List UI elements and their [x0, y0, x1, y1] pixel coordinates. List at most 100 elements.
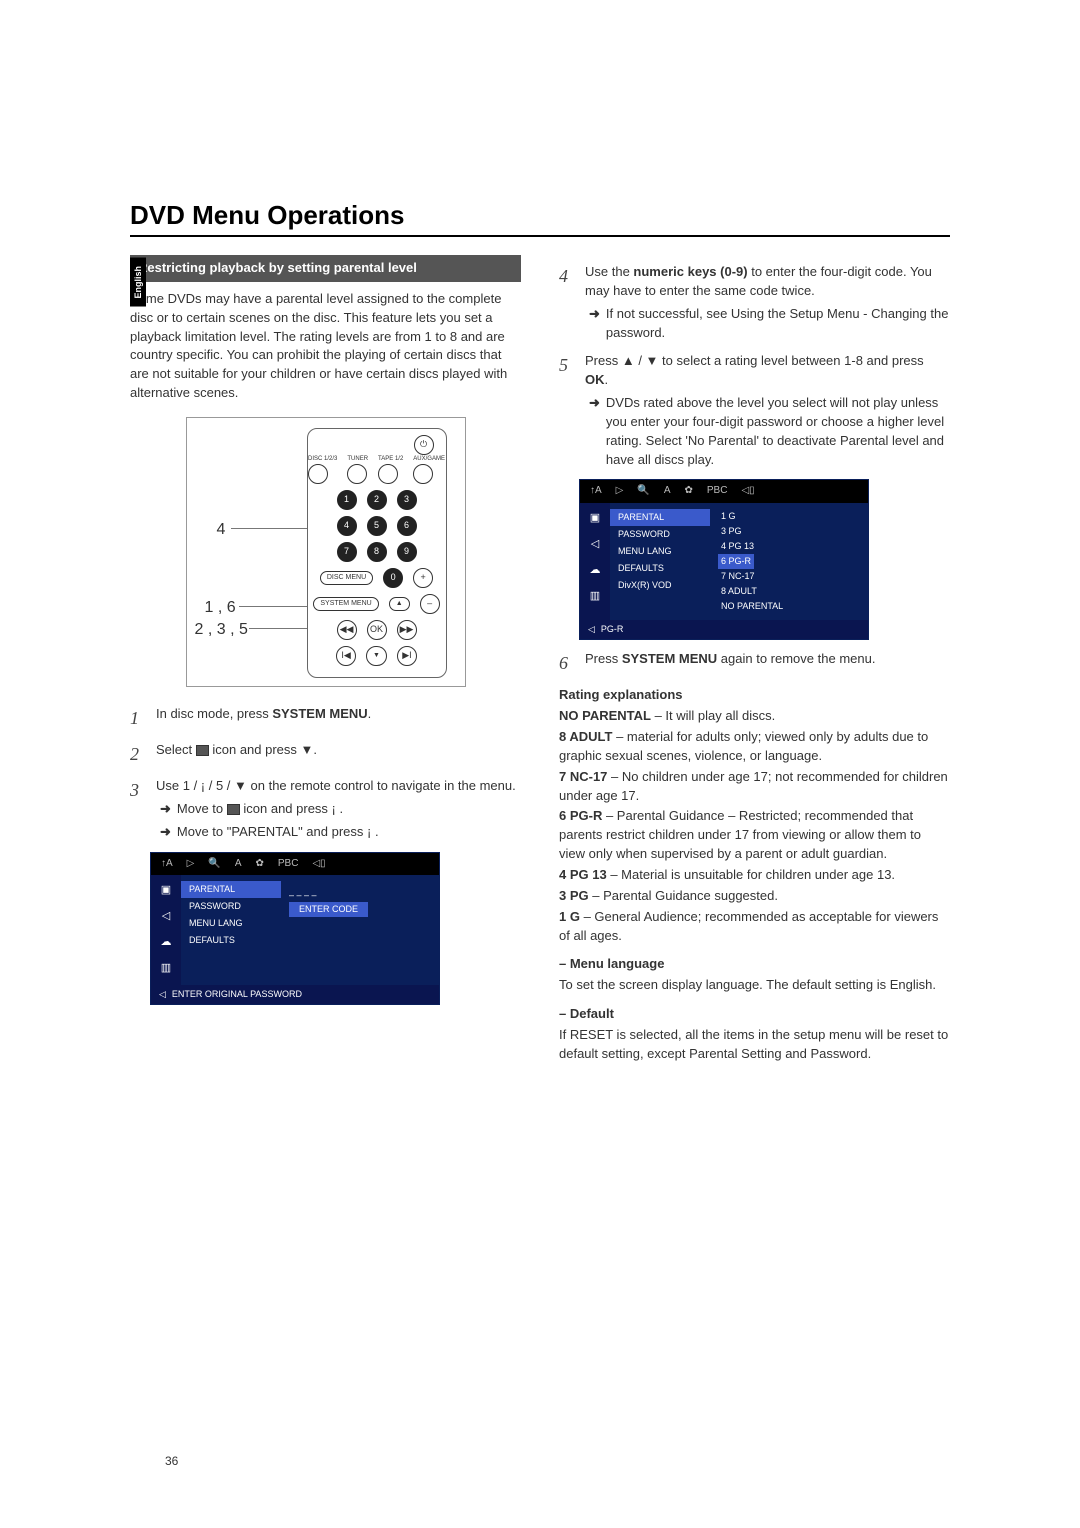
- step-text: .: [368, 706, 372, 721]
- osd-menu-item: PASSWORD: [610, 526, 710, 543]
- osd-rating-screen: ↑A ▷ 🔍 A ✿ PBC ◁▯ ▣ ◁ ☁ ▥ PARENTAL: [579, 479, 869, 640]
- step-text: Select: [156, 742, 196, 757]
- remote-diagram: 4 1 , 6 2 , 3 , 5 ⏻ DISC 1/2/3 TUNER TAP…: [186, 417, 466, 687]
- step-number: 1: [130, 705, 146, 731]
- num-3: 3: [397, 490, 417, 510]
- step-text: .: [605, 372, 609, 387]
- step-text: again to remove the menu.: [717, 651, 875, 666]
- osd-footer: ◁PG-R: [580, 620, 868, 639]
- osd-menu-item: DEFAULTS: [610, 560, 710, 577]
- menu-language-heading: – Menu language: [559, 955, 950, 974]
- system-menu-button: SYSTEM MENU: [313, 597, 378, 611]
- osd-menu-item: MENU LANG: [181, 915, 281, 932]
- osd-tab-icon: A: [664, 484, 671, 499]
- osd-tab-icon: ◁▯: [312, 857, 325, 872]
- callout-1-6: 1 , 6: [205, 596, 236, 619]
- substep-text: Move to "PARENTAL" and press ¡ .: [177, 823, 379, 842]
- next-button: ▶I: [397, 646, 417, 666]
- osd-tab-icon: A: [235, 857, 242, 872]
- num-6: 6: [397, 516, 417, 536]
- rating-desc: – Material is unsuitable for children un…: [607, 867, 895, 882]
- step-bold: OK: [585, 372, 605, 387]
- step-number: 5: [559, 352, 575, 469]
- rating-option-selected: 6 PG-R: [718, 554, 754, 569]
- step-text: Press: [585, 651, 622, 666]
- up-arrow-button: ▲: [389, 597, 410, 611]
- osd-tab-icon: ✿: [256, 857, 264, 872]
- osd-menu-item: PARENTAL: [610, 509, 710, 526]
- left-column: Restricting playback by setting parental…: [130, 255, 521, 1064]
- rating-explanations: NO PARENTAL – It will play all discs. 8 …: [559, 707, 950, 945]
- step-bold: SYSTEM MENU: [622, 651, 717, 666]
- ok-button: OK: [367, 620, 387, 640]
- osd-menu-item: PASSWORD: [181, 898, 281, 915]
- osd-menu-item: MENU LANG: [610, 543, 710, 560]
- arrow-icon: ➜: [589, 394, 600, 469]
- arrow-icon: ➜: [160, 823, 171, 842]
- rating-key: 8 ADULT: [559, 729, 612, 744]
- aux-button: [413, 464, 433, 484]
- osd-tab-icon: ✿: [685, 484, 693, 499]
- rating-desc: – Parental Guidance suggested.: [589, 888, 778, 903]
- power-icon: ⏻: [414, 435, 434, 455]
- osd-menu: PARENTAL PASSWORD MENU LANG DEFAULTS: [181, 875, 281, 985]
- step-6: 6 Press SYSTEM MENU again to remove the …: [559, 650, 950, 676]
- osd-password-screen: ↑A ▷ 🔍 A ✿ PBC ◁▯ ▣ ◁ ☁ ▥ PARENTAL: [150, 852, 440, 1005]
- substep: ➜ If not successful, see Using the Setup…: [589, 305, 950, 343]
- osd-menu-item: PARENTAL: [181, 881, 281, 898]
- osd-tab-icon: 🔍: [208, 857, 220, 872]
- substep: ➜ DVDs rated above the level you select …: [589, 394, 950, 469]
- substep-text: DVDs rated above the level you select wi…: [606, 394, 950, 469]
- intro-paragraph: Some DVDs may have a parental level assi…: [130, 290, 521, 403]
- osd-side-icon: ▣: [161, 883, 171, 899]
- step-text: In disc mode, press: [156, 706, 272, 721]
- osd-tabs: ↑A ▷ 🔍 A ✿ PBC ◁▯: [580, 480, 868, 503]
- rc-label: DISC 1/2/3: [308, 455, 337, 464]
- num-4: 4: [337, 516, 357, 536]
- osd-tab-icon: ◁▯: [741, 484, 754, 499]
- default-text: If RESET is selected, all the items in t…: [559, 1026, 950, 1064]
- rating-option: 3 PG: [718, 524, 860, 539]
- osd-menu-item: DEFAULTS: [181, 932, 281, 949]
- osd-side-icon: ◁: [591, 537, 599, 553]
- rating-key: NO PARENTAL: [559, 708, 651, 723]
- step-text: Use 1 / ¡ / 5 / ▼ on the remote control …: [156, 778, 516, 793]
- tape-button: [378, 464, 398, 484]
- num-0: 0: [383, 568, 403, 588]
- step-bold: numeric keys (0-9): [633, 264, 747, 279]
- osd-sidebar: ▣ ◁ ☁ ▥: [151, 875, 181, 985]
- default-heading: – Default: [559, 1005, 950, 1024]
- osd-tab-icon: ▷: [616, 484, 624, 499]
- rc-label: TUNER: [347, 455, 368, 464]
- osd-tab-icon: ↑A: [161, 857, 173, 872]
- osd-right-pane: – – – – ENTER CODE: [281, 875, 439, 985]
- osd-tab-icon: 🔍: [637, 484, 649, 499]
- step-5: 5 Press ▲ / ▼ to select a rating level b…: [559, 352, 950, 469]
- lock-icon: [227, 804, 240, 815]
- substep: ➜ Move to icon and press ¡ .: [160, 800, 521, 819]
- step-text: Use the: [585, 264, 633, 279]
- osd-tab-icon: PBC: [278, 857, 299, 872]
- rating-key: 4 PG 13: [559, 867, 607, 882]
- steps-left: 1 In disc mode, press SYSTEM MENU. 2 Sel…: [130, 705, 521, 842]
- page-title: DVD Menu Operations: [130, 200, 950, 237]
- prev-button: I◀: [336, 646, 356, 666]
- osd-tab-icon: PBC: [707, 484, 728, 499]
- substep-text: icon and press ¡ .: [240, 801, 343, 816]
- rewind-button: ◀◀: [337, 620, 357, 640]
- substep-text: Move to: [177, 801, 227, 816]
- num-5: 5: [367, 516, 387, 536]
- step-4: 4 Use the numeric keys (0-9) to enter th…: [559, 263, 950, 342]
- osd-tabs: ↑A ▷ 🔍 A ✿ PBC ◁▯: [151, 853, 439, 876]
- rating-desc: – Parental Guidance – Restricted; recomm…: [559, 808, 921, 861]
- rating-key: 3 PG: [559, 888, 589, 903]
- num-2: 2: [367, 490, 387, 510]
- disc-selector-button: [308, 464, 328, 484]
- arrow-icon: ➜: [160, 800, 171, 819]
- rating-option: 7 NC-17: [718, 569, 860, 584]
- osd-side-icon: ▣: [590, 511, 600, 527]
- rating-option: NO PARENTAL: [718, 599, 860, 614]
- rc-label: TAPE 1/2: [378, 455, 403, 464]
- rating-desc: – It will play all discs.: [651, 708, 775, 723]
- osd-side-icon: ◁: [162, 909, 170, 925]
